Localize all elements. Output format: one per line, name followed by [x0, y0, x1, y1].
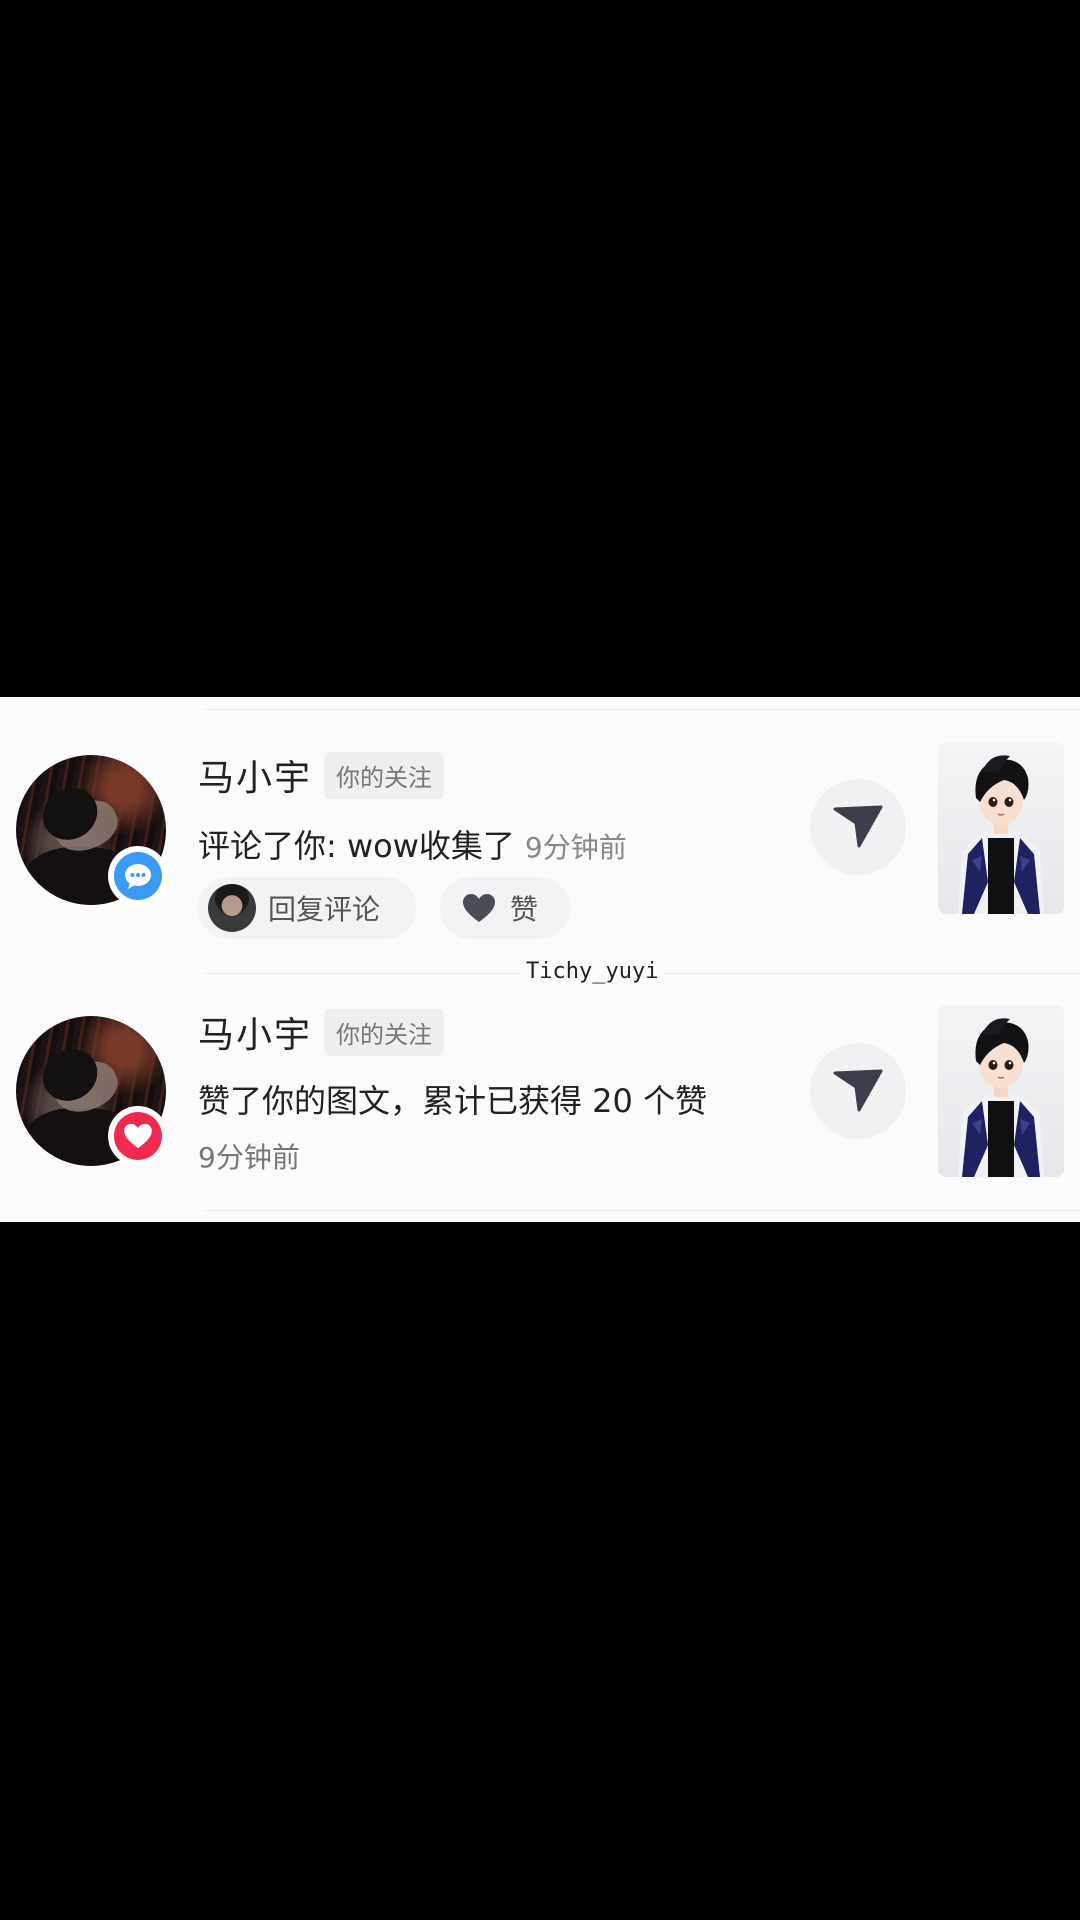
- notification-message: 赞了你的图文，累计已获得 20 个赞: [198, 1082, 708, 1120]
- post-thumbnail[interactable]: [938, 1005, 1064, 1177]
- watermark: Tichy_yuyi: [522, 959, 663, 984]
- notification-time: 9分钟前: [524, 831, 627, 864]
- name-row: 马小宇 你的关注: [198, 1006, 445, 1058]
- post-thumbnail[interactable]: [938, 742, 1064, 914]
- user-name[interactable]: 马小宇: [198, 1006, 312, 1058]
- follow-tag: 你的关注: [324, 1008, 445, 1056]
- like-button[interactable]: 赞: [440, 877, 570, 939]
- notification-item-comment[interactable]: 马小宇 你的关注 评论了你: wow收集了 9分钟前 回复评论 赞 Tichy_…: [0, 697, 1080, 984]
- notification-panel: 马小宇 你的关注 评论了你: wow收集了 9分钟前 回复评论 赞 Tichy_…: [0, 697, 1080, 1222]
- message-text: 评论了你: wow收集了: [198, 827, 515, 865]
- share-button[interactable]: [810, 1043, 906, 1139]
- share-button[interactable]: [810, 779, 906, 875]
- my-avatar: [208, 884, 256, 932]
- comment-badge: [108, 846, 168, 906]
- like-label: 赞: [510, 893, 539, 926]
- reply-comment-button[interactable]: 回复评论: [198, 877, 416, 939]
- follow-tag: 你的关注: [324, 751, 445, 799]
- reply-label: 回复评论: [268, 893, 381, 926]
- name-row: 马小宇 你的关注: [198, 749, 445, 801]
- like-badge: [108, 1106, 168, 1166]
- send-arrow-icon: [832, 801, 884, 853]
- user-name[interactable]: 马小宇: [198, 749, 312, 801]
- heart-icon: [114, 1112, 162, 1160]
- comment-bubble-icon: [114, 852, 162, 900]
- send-arrow-icon: [832, 1065, 884, 1117]
- notification-message: 评论了你: wow收集了 9分钟前: [198, 821, 627, 867]
- heart-icon: [462, 893, 496, 923]
- notification-item-like[interactable]: 马小宇 你的关注 赞了你的图文，累计已获得 20 个赞 9分钟前: [0, 974, 1080, 1222]
- notification-time: 9分钟前: [198, 1141, 300, 1174]
